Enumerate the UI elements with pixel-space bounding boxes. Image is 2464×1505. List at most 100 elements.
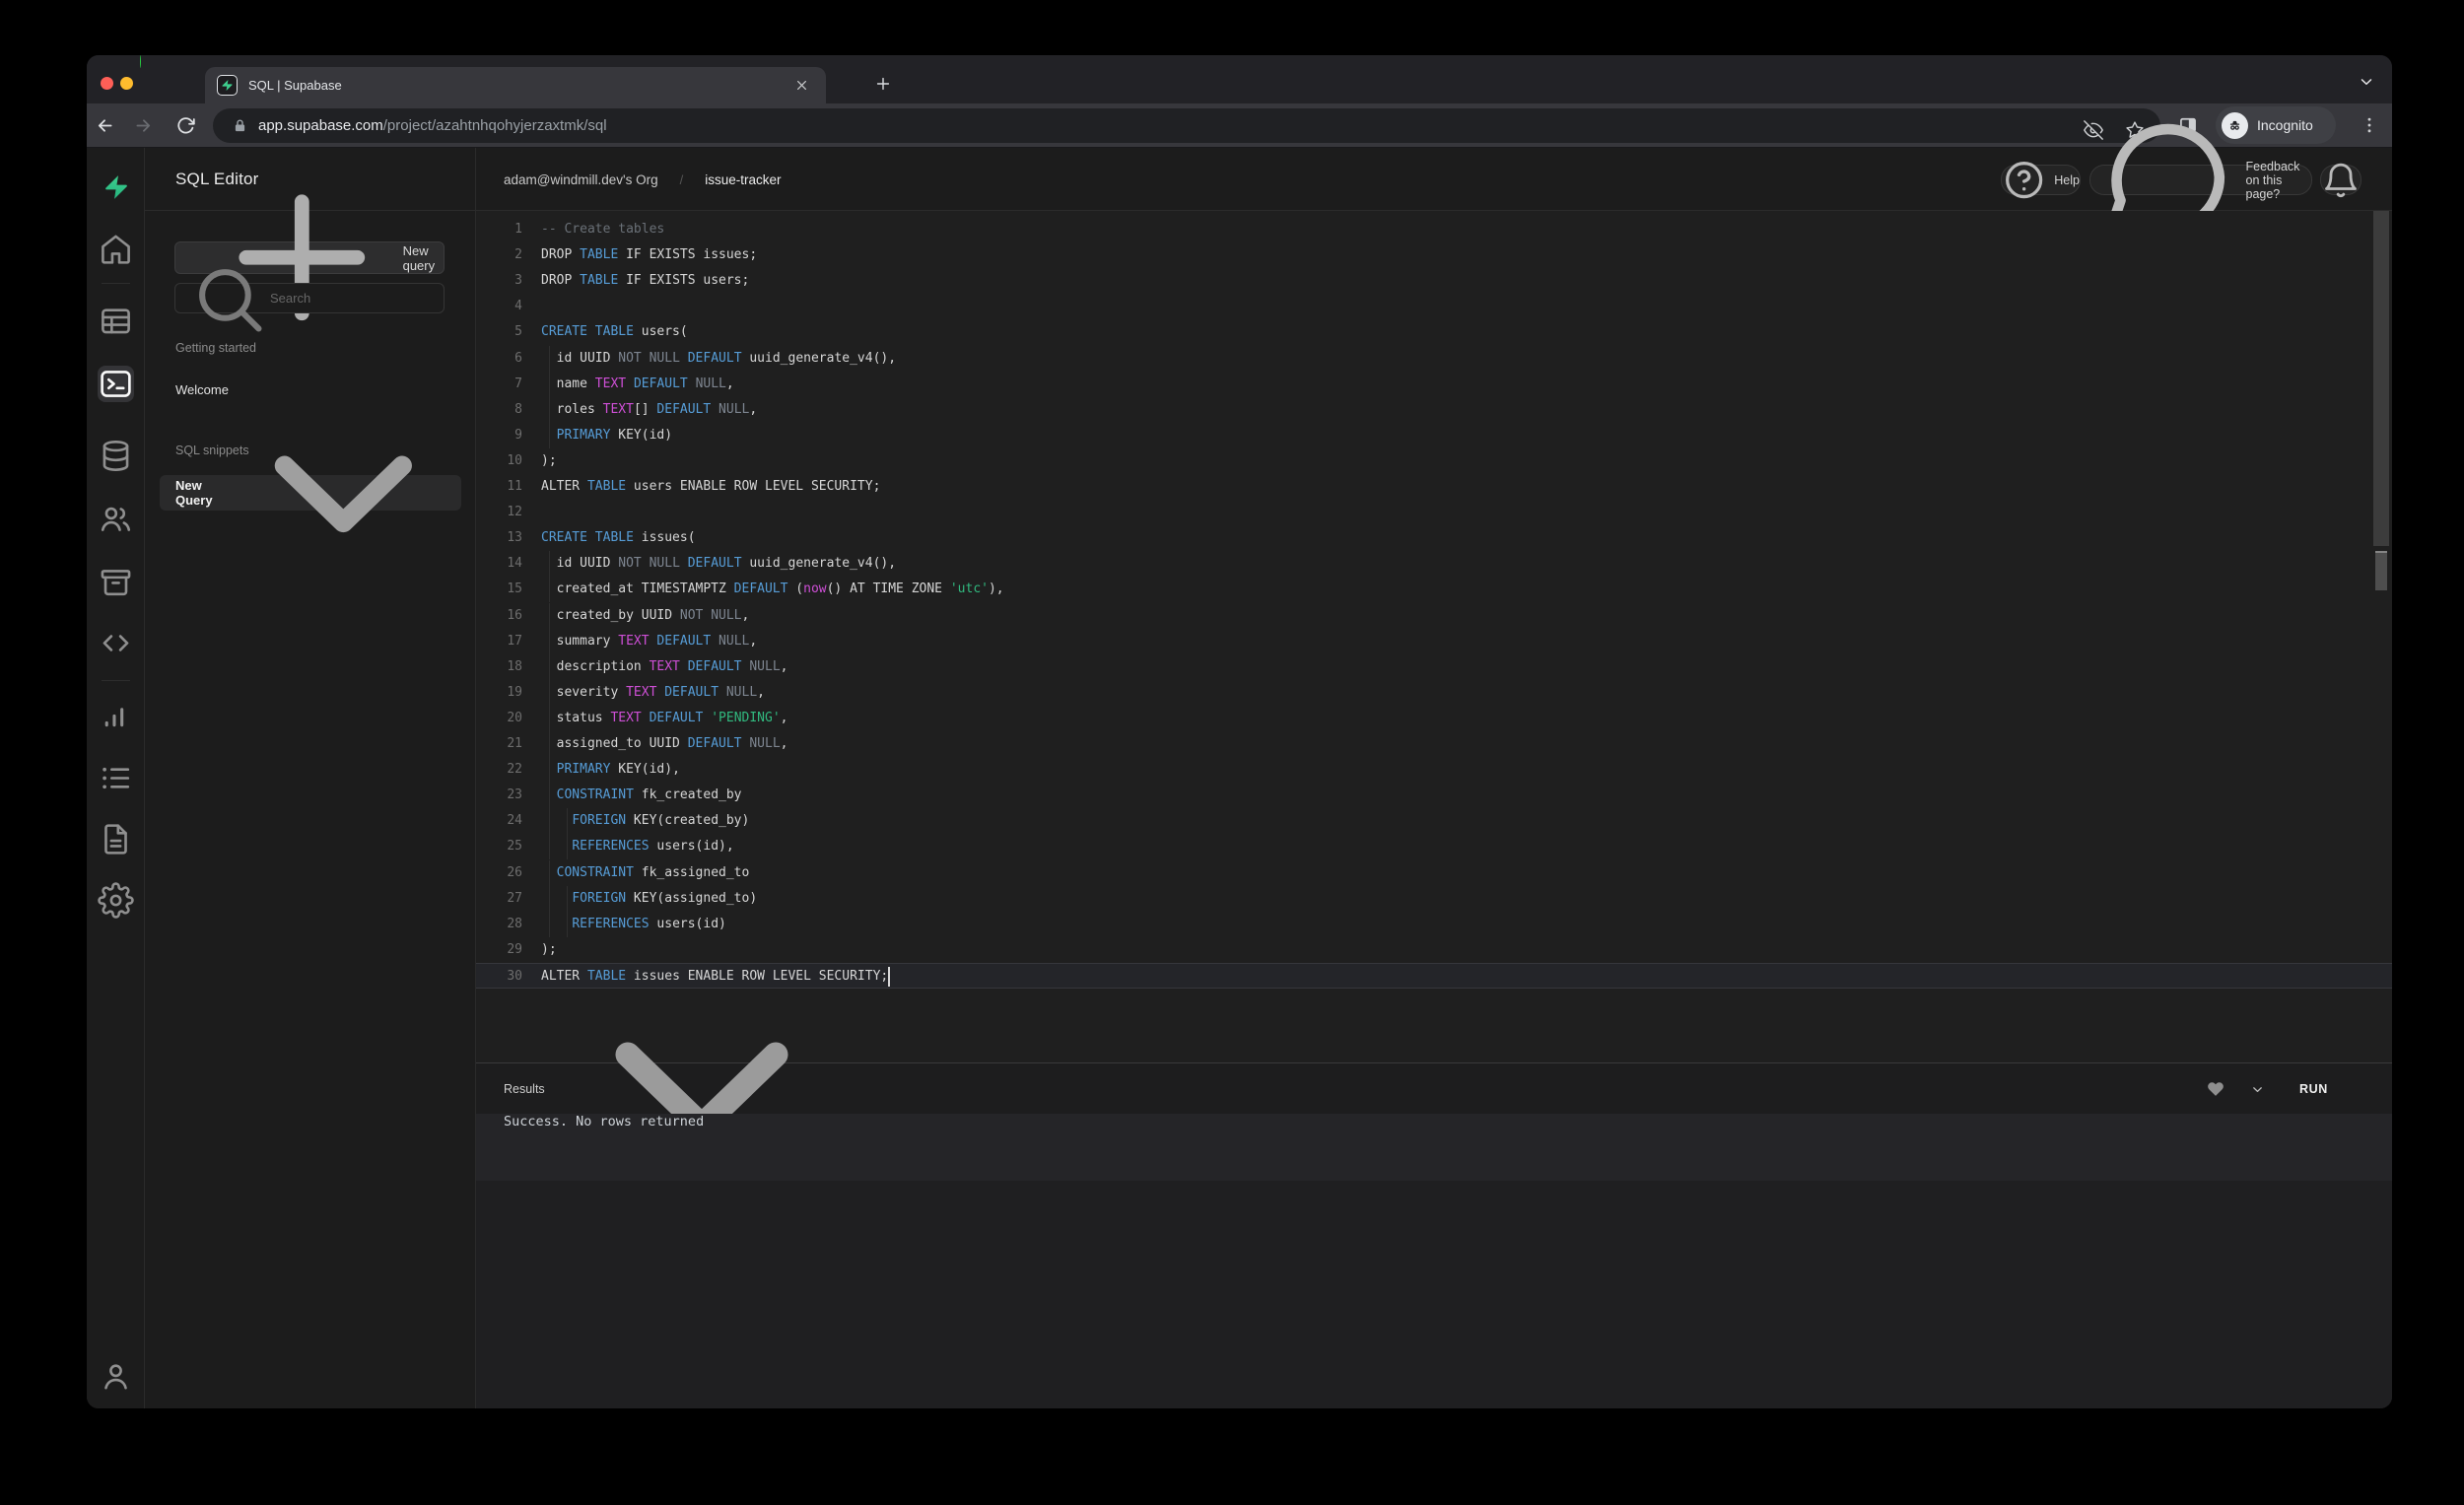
reload-button[interactable] — [175, 115, 196, 136]
editor-scrollbar-thumb[interactable] — [2373, 211, 2389, 546]
lock-icon — [232, 117, 248, 134]
sidebar-item-welcome[interactable]: Welcome — [175, 382, 229, 397]
code-line[interactable]: 1-- Create tables — [476, 217, 2392, 242]
code-text: DROP TABLE IF EXISTS issues; — [541, 242, 757, 268]
code-line[interactable]: 22 PRIMARY KEY(id), — [476, 757, 2392, 783]
favorite-heart-icon[interactable] — [2207, 1080, 2224, 1098]
code-line[interactable]: 6 id UUID NOT NULL DEFAULT uuid_generate… — [476, 346, 2392, 372]
code-line[interactable]: 28 REFERENCES users(id) — [476, 912, 2392, 937]
maximize-window-button[interactable] — [140, 55, 141, 68]
code-line[interactable]: 5CREATE TABLE users( — [476, 319, 2392, 345]
code-text: assigned_to UUID DEFAULT NULL, — [541, 731, 787, 757]
code-line[interactable]: 27 FOREIGN KEY(assigned_to) — [476, 886, 2392, 912]
line-number: 7 — [476, 372, 522, 397]
line-number: 21 — [476, 731, 522, 757]
code-text: created_at TIMESTAMPTZ DEFAULT (now() AT… — [541, 577, 1004, 602]
rail-item-home[interactable] — [98, 231, 134, 267]
back-button[interactable] — [95, 115, 115, 136]
code-text: severity TEXT DEFAULT NULL, — [541, 680, 765, 706]
code-line[interactable]: 2DROP TABLE IF EXISTS issues; — [476, 242, 2392, 268]
rail-item-edge-functions[interactable] — [98, 625, 134, 661]
forward-button[interactable] — [133, 115, 154, 136]
rail-item-table-editor[interactable] — [98, 303, 134, 339]
code-line[interactable]: 20 status TEXT DEFAULT 'PENDING', — [476, 706, 2392, 731]
line-number: 26 — [476, 860, 522, 886]
breadcrumb-separator: / — [680, 172, 684, 187]
rail-item-storage[interactable] — [98, 564, 134, 600]
code-line[interactable]: 3DROP TABLE IF EXISTS users; — [476, 268, 2392, 294]
code-line[interactable]: 13CREATE TABLE issues( — [476, 525, 2392, 551]
code-line[interactable]: 8 roles TEXT[] DEFAULT NULL, — [476, 397, 2392, 423]
code-line[interactable]: 21 assigned_to UUID DEFAULT NULL, — [476, 731, 2392, 757]
code-line[interactable]: 17 summary TEXT DEFAULT NULL, — [476, 629, 2392, 654]
feedback-button-label: Feedback on this page? — [2246, 160, 2312, 201]
run-options-chevron-icon[interactable] — [2250, 1082, 2265, 1097]
notifications-button[interactable] — [2320, 165, 2361, 195]
tab-title: SQL | Supabase — [248, 67, 342, 103]
code-line[interactable]: 7 name TEXT DEFAULT NULL, — [476, 372, 2392, 397]
code-line[interactable]: 4 — [476, 294, 2392, 319]
browser-tab[interactable]: SQL | Supabase — [205, 67, 826, 103]
rail-item-reports[interactable] — [98, 699, 134, 735]
code-text: id UUID NOT NULL DEFAULT uuid_generate_v… — [541, 551, 896, 577]
sql-snippets-panel: SQL Editor New query Getting started Wel… — [145, 148, 476, 1408]
code-line[interactable]: 25 REFERENCES users(id), — [476, 834, 2392, 859]
rail-item-sql-editor[interactable] — [98, 366, 134, 402]
code-line[interactable]: 18 description TEXT DEFAULT NULL, — [476, 654, 2392, 680]
browser-toolbar: app.supabase.com/project/azahtnhqohyjerz… — [87, 103, 2392, 148]
code-text: CREATE TABLE issues( — [541, 525, 696, 551]
line-number: 12 — [476, 500, 522, 525]
line-number: 17 — [476, 629, 522, 654]
search-box — [174, 283, 445, 313]
line-number: 29 — [476, 937, 522, 963]
run-button[interactable]: RUN — [2299, 1063, 2328, 1115]
code-line[interactable]: 9 PRIMARY KEY(id) — [476, 423, 2392, 448]
line-number: 22 — [476, 757, 522, 783]
code-line[interactable]: 12 — [476, 500, 2392, 525]
breadcrumb-org[interactable]: adam@windmill.dev's Org — [504, 172, 658, 187]
results-message-row: Success. No rows returned — [476, 1114, 2392, 1181]
address-bar[interactable]: app.supabase.com/project/azahtnhqohyjerz… — [213, 108, 2160, 143]
breadcrumb-project[interactable]: issue-tracker — [705, 172, 781, 187]
feedback-button[interactable]: Feedback on this page? — [2089, 165, 2312, 195]
web-content: SQL Editor New query Getting started Wel… — [87, 148, 2392, 1408]
code-line[interactable]: 16 created_by UUID NOT NULL, — [476, 603, 2392, 629]
code-line[interactable]: 23 CONSTRAINT fk_created_by — [476, 783, 2392, 808]
code-line[interactable]: 10); — [476, 448, 2392, 474]
rail-item-database[interactable] — [98, 438, 134, 474]
code-text: CREATE TABLE users( — [541, 319, 688, 345]
code-line[interactable]: 24 FOREIGN KEY(created_by) — [476, 808, 2392, 834]
close-tab-icon[interactable] — [793, 77, 810, 94]
status-message: Success. No rows returned — [504, 1114, 704, 1129]
help-button[interactable]: Help — [2001, 165, 2081, 195]
close-window-button[interactable] — [101, 77, 113, 90]
incognito-label: Incognito — [2257, 117, 2313, 133]
sidebar-item-new-query[interactable]: New Query — [160, 475, 461, 511]
results-dropdown[interactable]: Results — [504, 1063, 850, 1115]
rail-item-auth[interactable] — [98, 501, 134, 537]
search-input[interactable] — [270, 291, 444, 306]
new-tab-button[interactable] — [873, 74, 893, 94]
code-line[interactable]: 15 created_at TIMESTAMPTZ DEFAULT (now()… — [476, 577, 2392, 602]
sql-code-editor[interactable]: 1-- Create tables2DROP TABLE IF EXISTS i… — [476, 211, 2392, 1062]
line-number: 27 — [476, 886, 522, 912]
rail-item-account[interactable] — [98, 1358, 134, 1395]
code-text: -- Create tables — [541, 217, 664, 242]
code-text: description TEXT DEFAULT NULL, — [541, 654, 787, 680]
code-line[interactable]: 14 id UUID NOT NULL DEFAULT uuid_generat… — [476, 551, 2392, 577]
chevron-down-icon[interactable] — [226, 376, 461, 611]
code-line[interactable]: 19 severity TEXT DEFAULT NULL, — [476, 680, 2392, 706]
code-line[interactable]: 26 CONSTRAINT fk_assigned_to — [476, 860, 2392, 886]
rail-item-logs[interactable] — [98, 760, 134, 796]
code-text: CONSTRAINT fk_created_by — [541, 783, 742, 808]
line-number: 15 — [476, 577, 522, 602]
tab-search-chevron-icon[interactable] — [2358, 73, 2375, 91]
minimize-window-button[interactable] — [120, 77, 133, 90]
browser-menu-kebab-icon[interactable] — [2360, 115, 2379, 135]
rail-item-settings[interactable] — [98, 882, 134, 919]
line-number: 24 — [476, 808, 522, 834]
code-line[interactable]: 11ALTER TABLE users ENABLE ROW LEVEL SEC… — [476, 474, 2392, 500]
rail-item-docs[interactable] — [98, 821, 134, 857]
line-number: 30 — [476, 964, 522, 990]
supabase-logo-icon[interactable] — [103, 173, 130, 201]
